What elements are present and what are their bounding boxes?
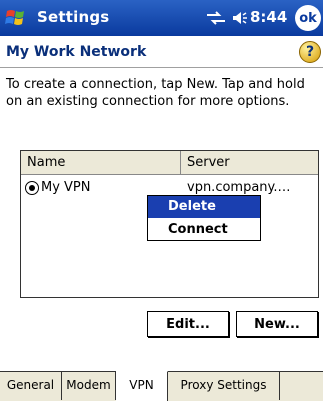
page-title: My Work Network xyxy=(6,44,147,60)
edit-button[interactable]: Edit... xyxy=(147,311,229,337)
radio-selected-icon[interactable] xyxy=(25,181,39,195)
list-header: Name Server xyxy=(21,151,318,175)
windows-start-icon[interactable] xyxy=(4,5,30,31)
clock[interactable]: 8:44 xyxy=(250,8,287,26)
connection-name: My VPN xyxy=(41,180,91,195)
volume-icon[interactable] xyxy=(232,10,248,26)
menu-item-delete[interactable]: Delete xyxy=(148,196,260,218)
connection-server: vpn.company.… xyxy=(187,180,291,195)
tab-bar: General Modem VPN Proxy Settings xyxy=(0,371,323,401)
connectivity-icon[interactable] xyxy=(205,10,227,26)
context-menu: Delete Connect xyxy=(147,195,261,241)
instructions-text: To create a connection, tap New. Tap and… xyxy=(6,77,305,109)
tab-vpn[interactable]: VPN xyxy=(116,371,168,401)
title-bar: Settings 8:44 ok xyxy=(0,0,323,36)
app-title: Settings xyxy=(37,8,110,26)
tab-modem[interactable]: Modem xyxy=(62,372,116,400)
ok-button[interactable]: ok xyxy=(295,5,321,31)
column-header-name[interactable]: Name xyxy=(21,151,181,175)
tab-general[interactable]: General xyxy=(0,372,62,400)
help-icon[interactable]: ? xyxy=(299,41,321,63)
new-button[interactable]: New... xyxy=(236,311,318,337)
page-header: My Work Network ? xyxy=(0,36,323,68)
menu-item-connect[interactable]: Connect xyxy=(148,219,260,241)
column-header-server[interactable]: Server xyxy=(181,151,318,175)
tab-proxy-settings[interactable]: Proxy Settings xyxy=(168,372,280,400)
